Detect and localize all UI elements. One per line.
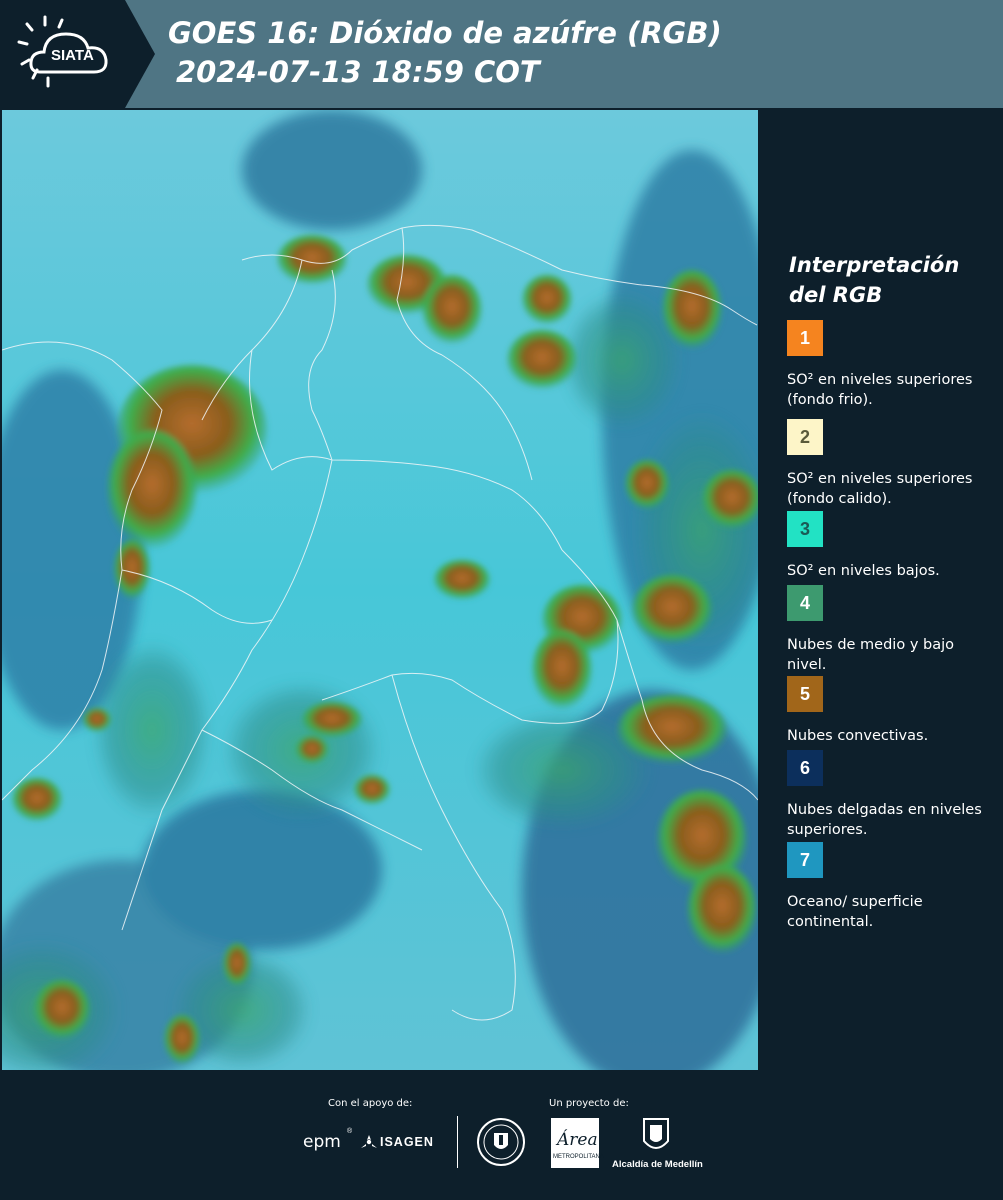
area-logo-subtitle: METROPOLITANA <box>553 1154 604 1160</box>
alcaldia-shield-icon <box>643 1118 669 1149</box>
legend-swatch-2: 2 <box>787 419 823 455</box>
legend-swatch-5: 5 <box>787 676 823 712</box>
satellite-rgb-image <box>2 110 758 1070</box>
registered-icon: ® <box>347 1128 353 1135</box>
epm-logo: epm <box>303 1132 341 1152</box>
legend-description-1: SO² en niveles superiores (fondo frio). <box>787 372 973 408</box>
legend-swatch-6: 6 <box>787 750 823 786</box>
legend-description-4: Nubes de medio y bajo nivel. <box>787 637 954 673</box>
isagen-logo-icon <box>361 1135 377 1148</box>
page-title: GOES 16: Dióxido de azúfre (RGB) <box>168 16 722 50</box>
legend-swatch-1: 1 <box>787 320 823 356</box>
project-label: Un proyecto de: <box>549 1098 629 1109</box>
legend-item-6: 6 Nubes delgadas en niveles superiores. <box>787 750 987 840</box>
legend-item-7: 7 Oceano/ superficie continental. <box>787 842 987 932</box>
legend-description-7: Oceano/ superficie continental. <box>787 894 923 930</box>
legend-description-5: Nubes convectivas. <box>787 728 929 744</box>
legend-swatch-7: 7 <box>787 842 823 878</box>
legend-item-5: 5 Nubes convectivas. <box>787 676 987 746</box>
legend-item-1: 1 SO² en niveles superiores (fondo frio)… <box>787 320 987 410</box>
legend-description-2: SO² en niveles superiores (fondo calido)… <box>787 471 973 507</box>
support-label: Con el apoyo de: <box>328 1098 413 1109</box>
page-timestamp: 2024-07-13 18:59 COT <box>176 55 540 89</box>
alcaldia-label: Alcaldía de Medellín <box>612 1159 703 1170</box>
legend-item-4: 4 Nubes de medio y bajo nivel. <box>787 585 987 675</box>
siata-logo: SIATA <box>0 0 155 108</box>
legend-item-2: 2 SO² en niveles superiores (fondo calid… <box>787 419 987 509</box>
legend-description-6: Nubes delgadas en niveles superiores. <box>787 802 982 838</box>
divider <box>457 1116 458 1168</box>
university-seal-icon <box>477 1118 525 1166</box>
legend-swatch-3: 3 <box>787 511 823 547</box>
footer-bar: Con el apoyo de: Un proyecto de: epm ® I… <box>0 1070 1003 1200</box>
legend-description-3: SO² en niveles bajos. <box>787 563 940 579</box>
satellite-image <box>2 110 758 1070</box>
area-metropolitana-logo: Área METROPOLITANA <box>551 1118 604 1168</box>
legend-swatch-4: 4 <box>787 585 823 621</box>
logo-text: SIATA <box>51 47 94 64</box>
isagen-logo: ISAGEN <box>380 1135 434 1149</box>
legend-title: Interpretación del RGB <box>789 253 960 307</box>
legend-panel: Interpretación del RGB 1 SO² en niveles … <box>760 108 1003 1070</box>
header-bar: SIATA GOES 16: Dióxido de azúfre (RGB) 2… <box>0 0 1003 108</box>
area-logo-text: Área <box>557 1130 598 1150</box>
legend-item-3: 3 SO² en niveles bajos. <box>787 511 987 581</box>
